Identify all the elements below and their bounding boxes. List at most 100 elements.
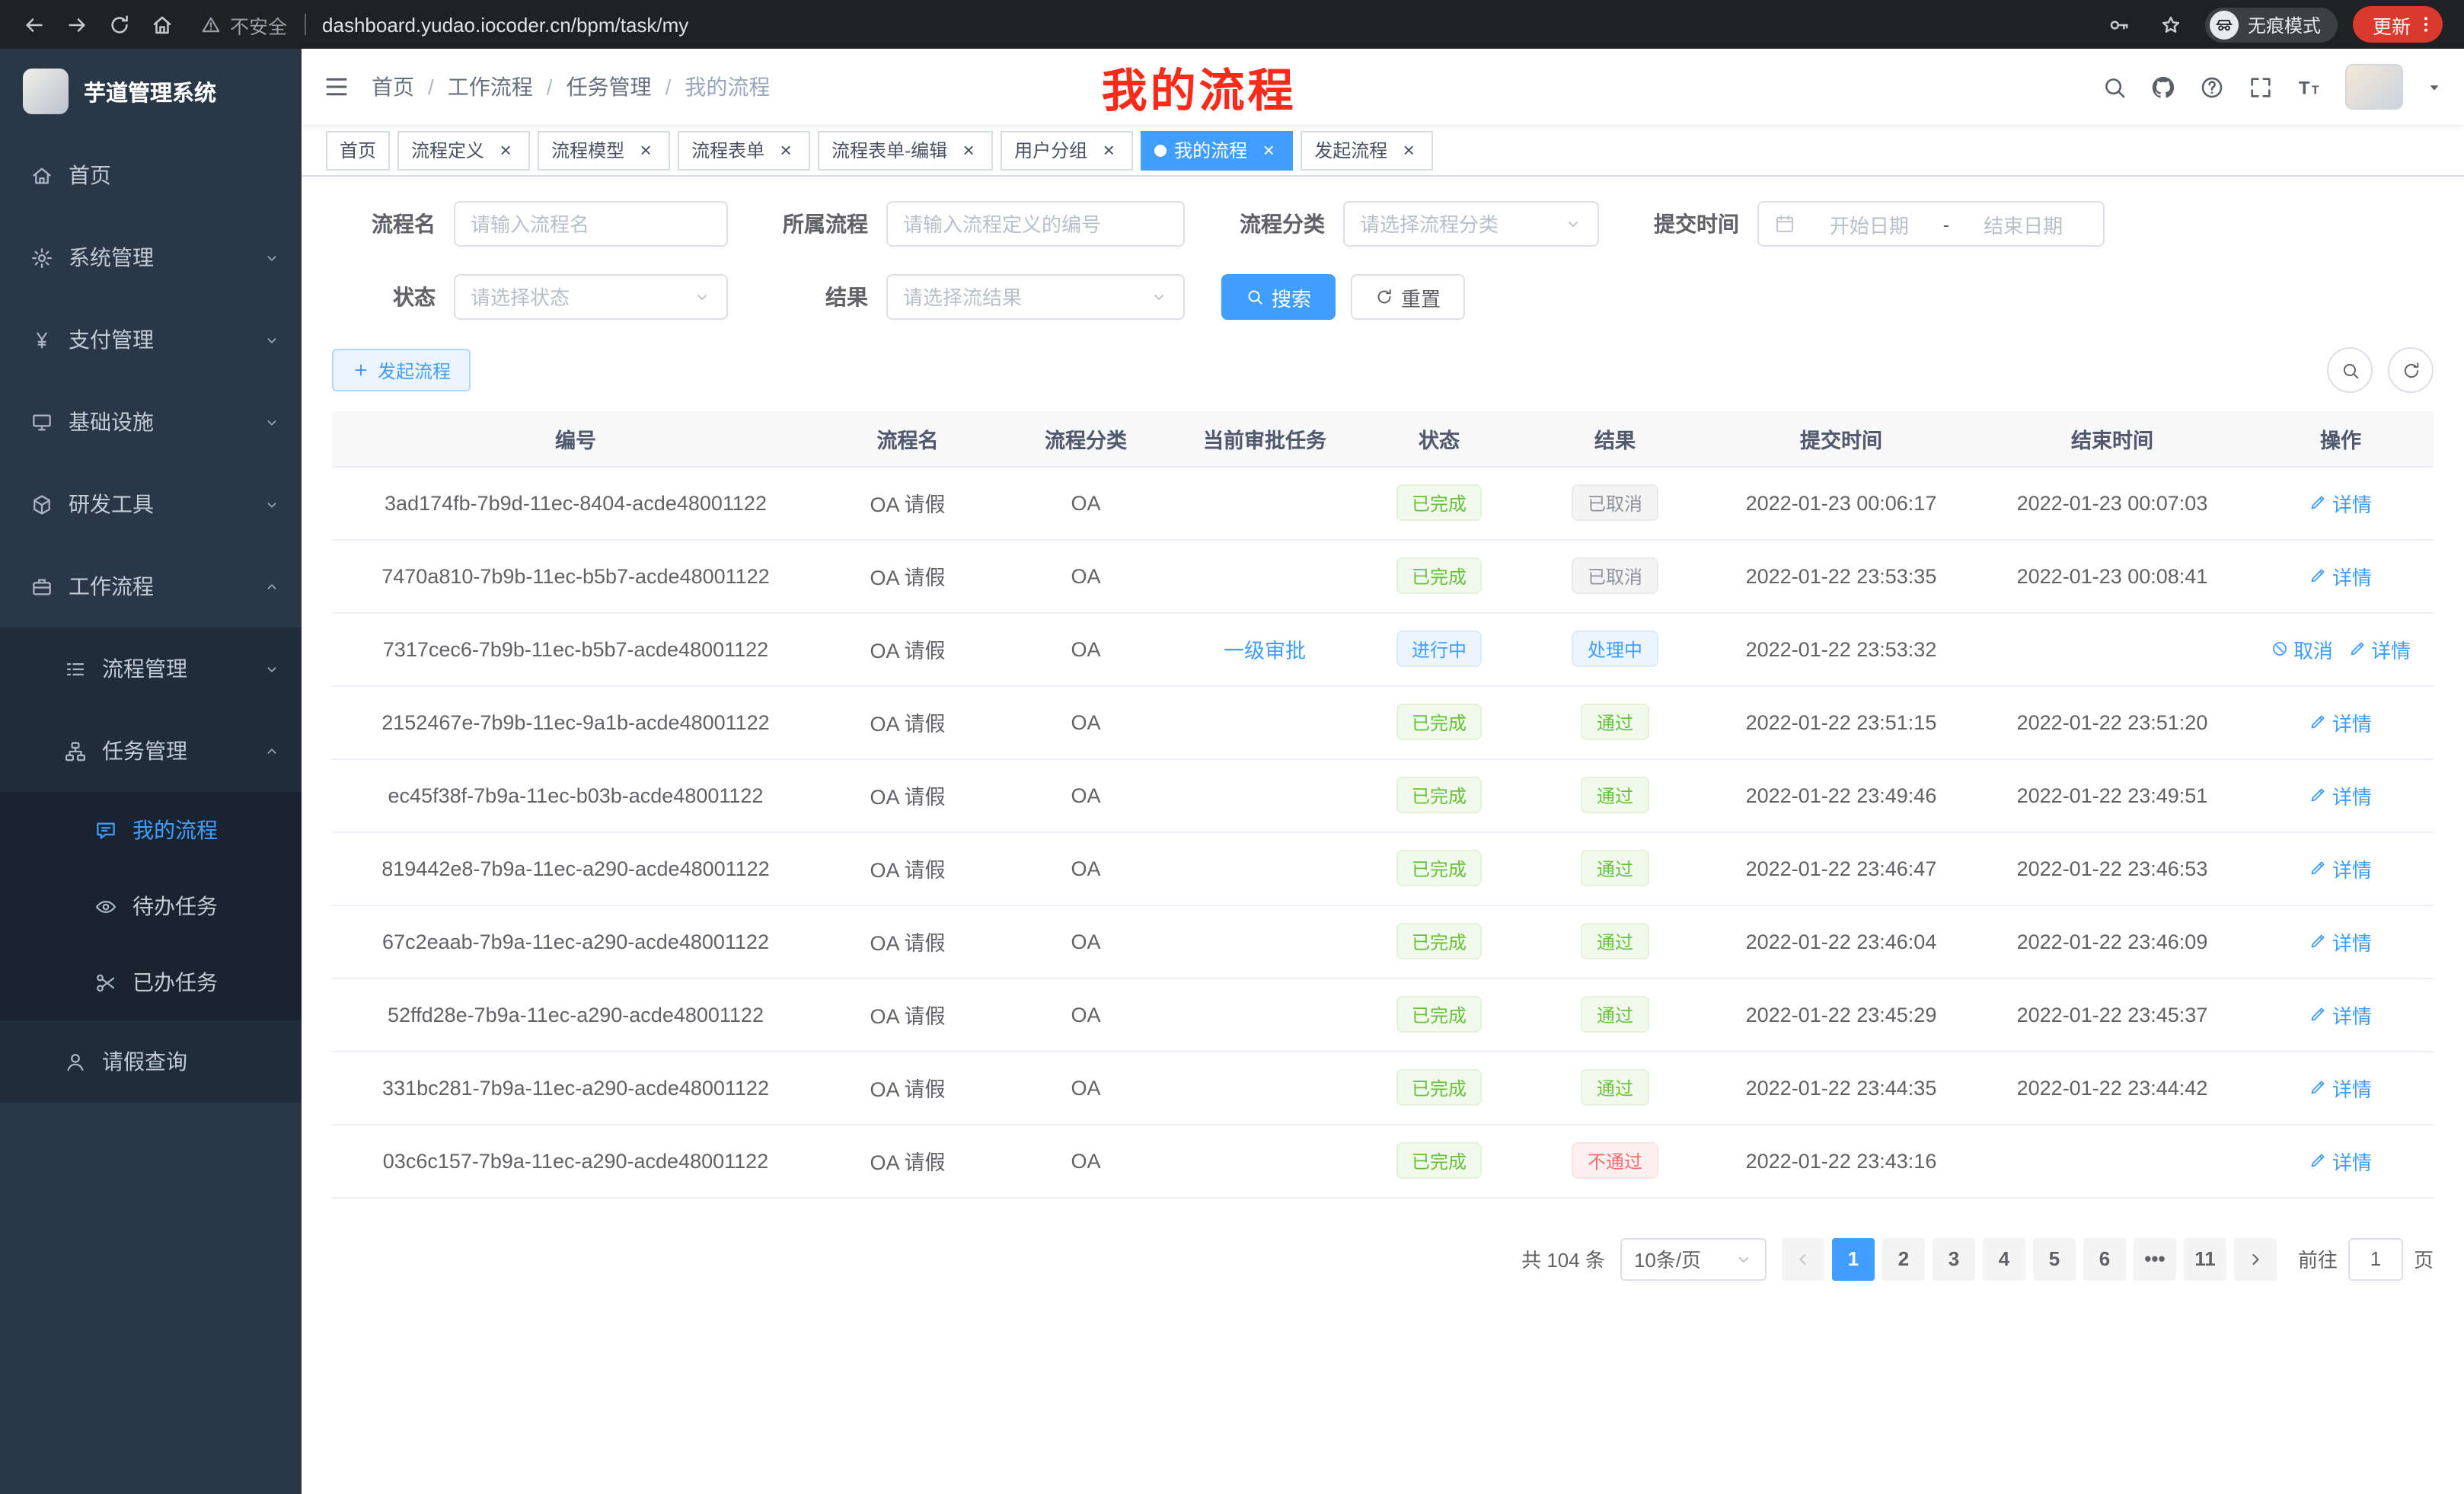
create-process-button[interactable]: 发起流程 bbox=[332, 349, 471, 391]
action-detail-link[interactable]: 详情 bbox=[2309, 1073, 2372, 1102]
breadcrumb-item[interactable]: 任务管理 bbox=[567, 72, 652, 102]
goto-page-input[interactable] bbox=[2348, 1237, 2403, 1280]
sidebar-item-system[interactable]: 系统管理 bbox=[0, 216, 302, 298]
breadcrumb-item[interactable]: 工作流程 bbox=[448, 72, 533, 102]
tab-close-icon[interactable]: × bbox=[495, 139, 516, 161]
browser-menu-dots-icon[interactable] bbox=[2415, 14, 2437, 35]
reset-button[interactable]: 重置 bbox=[1351, 274, 1465, 320]
cell-process-name: OA 请假 bbox=[819, 612, 996, 685]
page-button[interactable]: 4 bbox=[1983, 1237, 2025, 1280]
app-logo[interactable]: 芋道管理系统 bbox=[0, 49, 302, 134]
tab-close-icon[interactable]: × bbox=[1398, 139, 1419, 161]
tab-close-icon[interactable]: × bbox=[958, 139, 979, 161]
more-pages-button[interactable]: ••• bbox=[2134, 1237, 2176, 1280]
process-name-input[interactable] bbox=[471, 212, 711, 235]
page-button[interactable]: 11 bbox=[2184, 1237, 2226, 1280]
sidebar-item-payment[interactable]: 支付管理 bbox=[0, 298, 302, 381]
column-header: 结束时间 bbox=[1977, 411, 2248, 466]
category-label: 流程分类 bbox=[1221, 209, 1325, 239]
tab-close-icon[interactable]: × bbox=[1258, 139, 1279, 161]
cell-end-time: 2022-01-22 23:44:42 bbox=[1977, 1051, 2248, 1124]
cell-process-name: OA 请假 bbox=[819, 1051, 996, 1124]
tab-my-process[interactable]: 我的流程× bbox=[1141, 130, 1293, 170]
tab-user-group[interactable]: 用户分组 × bbox=[1001, 130, 1133, 170]
page-button[interactable]: 5 bbox=[2033, 1237, 2076, 1280]
page-button[interactable]: 3 bbox=[1933, 1237, 1975, 1280]
current-task-link[interactable]: 一级审批 bbox=[1224, 640, 1306, 662]
tab-process-definition[interactable]: 流程定义× bbox=[397, 130, 530, 170]
cell-actions: 详情 bbox=[2248, 1051, 2434, 1124]
action-cancel-link[interactable]: 取消 bbox=[2271, 634, 2333, 663]
sidebar-item-my-process[interactable]: 我的流程 bbox=[0, 792, 302, 868]
user-avatar[interactable] bbox=[2345, 64, 2403, 110]
sidebar-item-devtools[interactable]: 研发工具 bbox=[0, 463, 302, 545]
action-detail-link[interactable]: 详情 bbox=[2309, 781, 2372, 809]
action-detail-link[interactable]: 详情 bbox=[2309, 707, 2372, 736]
goto-label: 前往 bbox=[2298, 1244, 2338, 1273]
browser-home-button[interactable] bbox=[143, 6, 180, 43]
cell-submit-time: 2022-01-22 23:45:29 bbox=[1706, 978, 1977, 1051]
breadcrumb-item[interactable]: 首页 bbox=[372, 72, 414, 102]
action-detail-link[interactable]: 详情 bbox=[2309, 1146, 2372, 1175]
tab-start-process[interactable]: 发起流程× bbox=[1301, 130, 1433, 170]
font-size-icon[interactable]: TT bbox=[2296, 74, 2322, 100]
tab-process-form[interactable]: 流程表单× bbox=[678, 130, 810, 170]
tab-home[interactable]: 首页 bbox=[326, 130, 390, 170]
search-button[interactable]: 搜索 bbox=[1221, 274, 1336, 320]
help-icon[interactable] bbox=[2199, 74, 2225, 100]
action-detail-link[interactable]: 详情 bbox=[2348, 634, 2411, 663]
sidebar-item-task-management[interactable]: 任务管理 bbox=[0, 710, 302, 792]
category-select[interactable] bbox=[1343, 201, 1599, 247]
toggle-search-button[interactable] bbox=[2327, 347, 2373, 393]
browser-reload-button[interactable] bbox=[101, 6, 137, 43]
tab-close-icon[interactable]: × bbox=[635, 139, 656, 161]
action-detail-link[interactable]: 详情 bbox=[2309, 1000, 2372, 1029]
table-row: 7317cec6-7b9b-11ec-b5b7-acde48001122OA 请… bbox=[332, 612, 2434, 685]
tab-close-icon[interactable]: × bbox=[1098, 139, 1119, 161]
page-button[interactable]: 1 bbox=[1832, 1237, 1875, 1280]
sidebar-item-process-management[interactable]: 流程管理 bbox=[0, 627, 302, 710]
address-bar[interactable]: 不安全 dashboard.yudao.iocoder.cn/bpm/task/… bbox=[186, 10, 2095, 39]
cell-end-time: 2022-01-23 00:08:41 bbox=[1977, 539, 2248, 612]
sidebar-item-leave-query[interactable]: 请假查询 bbox=[0, 1020, 302, 1103]
sidebar-item-label: 基础设施 bbox=[69, 407, 154, 437]
action-detail-link[interactable]: 详情 bbox=[2309, 561, 2372, 590]
caret-down-icon[interactable] bbox=[2426, 78, 2443, 95]
tab-close-icon[interactable]: × bbox=[775, 139, 796, 161]
action-detail-link[interactable]: 详情 bbox=[2309, 488, 2372, 517]
fullscreen-icon[interactable] bbox=[2248, 74, 2274, 100]
hamburger-icon[interactable] bbox=[323, 73, 350, 101]
action-detail-link[interactable]: 详情 bbox=[2309, 927, 2372, 956]
bookmark-star-icon[interactable] bbox=[2153, 6, 2190, 43]
github-icon[interactable] bbox=[2150, 74, 2176, 100]
cell-status: 已完成 bbox=[1354, 685, 1524, 758]
tab-process-form-edit[interactable]: 流程表单-编辑× bbox=[818, 130, 993, 170]
next-page-button[interactable] bbox=[2234, 1237, 2277, 1280]
category-select-input[interactable] bbox=[1360, 212, 1555, 235]
password-key-icon[interactable] bbox=[2102, 6, 2138, 43]
sidebar-item-todo-task[interactable]: 待办任务 bbox=[0, 868, 302, 944]
sidebar-item-home[interactable]: 首页 bbox=[0, 134, 302, 216]
action-detail-link[interactable]: 详情 bbox=[2309, 854, 2372, 883]
sidebar-item-workflow[interactable]: 工作流程 bbox=[0, 545, 302, 627]
update-button[interactable]: 更新 bbox=[2353, 6, 2443, 43]
owner-process-input[interactable] bbox=[903, 212, 1168, 235]
page-button[interactable]: 2 bbox=[1882, 1237, 1925, 1280]
status-select[interactable] bbox=[454, 274, 728, 320]
result-select-input[interactable] bbox=[903, 286, 1141, 308]
search-icon[interactable] bbox=[2102, 74, 2127, 100]
tab-process-model[interactable]: 流程模型× bbox=[538, 130, 670, 170]
refresh-table-button[interactable] bbox=[2388, 347, 2434, 393]
chevron-down-icon bbox=[693, 288, 711, 306]
submit-time-range-picker[interactable]: 开始日期 - 结束日期 bbox=[1757, 201, 2105, 247]
prev-page-button[interactable] bbox=[1782, 1237, 1824, 1280]
browser-back-button[interactable] bbox=[15, 6, 52, 43]
status-select-input[interactable] bbox=[471, 286, 684, 308]
tab-label: 用户分组 bbox=[1014, 137, 1087, 163]
page-button[interactable]: 6 bbox=[2083, 1237, 2126, 1280]
sidebar-item-done-task[interactable]: 已办任务 bbox=[0, 944, 302, 1020]
result-select[interactable] bbox=[886, 274, 1185, 320]
page-size-select[interactable]: 10条/页 bbox=[1620, 1237, 1767, 1280]
browser-forward-button[interactable] bbox=[58, 6, 94, 43]
sidebar-item-infrastructure[interactable]: 基础设施 bbox=[0, 381, 302, 463]
